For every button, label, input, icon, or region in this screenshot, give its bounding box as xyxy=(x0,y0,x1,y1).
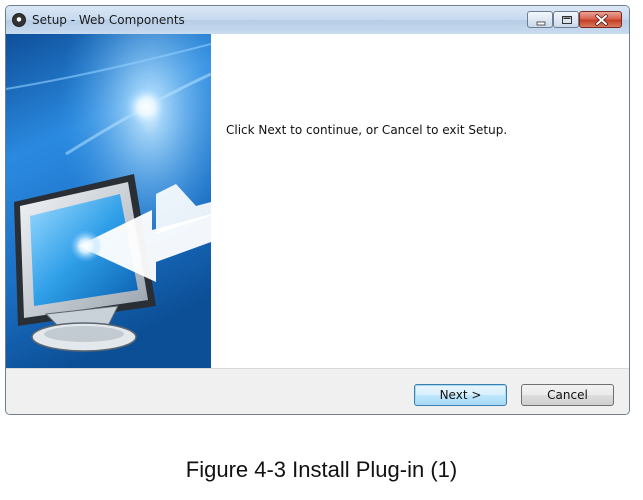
setup-app-icon xyxy=(12,13,26,27)
close-button[interactable] xyxy=(579,11,622,28)
next-button[interactable]: Next > xyxy=(414,384,507,406)
setup-window: Setup - Web Components Click Next to con… xyxy=(5,5,630,415)
wizard-banner xyxy=(6,34,211,368)
title-bar[interactable]: Setup - Web Components xyxy=(6,6,629,34)
wizard-content: Click Next to continue, or Cancel to exi… xyxy=(6,34,629,368)
minimize-icon xyxy=(536,21,546,26)
instruction-text: Click Next to continue, or Cancel to exi… xyxy=(226,123,508,137)
minimize-button[interactable] xyxy=(527,11,553,28)
window-title: Setup - Web Components xyxy=(32,13,185,27)
button-bar: Next > Cancel xyxy=(6,368,629,414)
cancel-button[interactable]: Cancel xyxy=(521,384,614,406)
close-icon xyxy=(595,14,608,26)
maximize-icon xyxy=(562,16,572,24)
maximize-button[interactable] xyxy=(553,11,579,28)
figure-caption: Figure 4-3 Install Plug-in (1) xyxy=(185,457,458,482)
monitor-install-arrow-graphic xyxy=(6,34,211,368)
